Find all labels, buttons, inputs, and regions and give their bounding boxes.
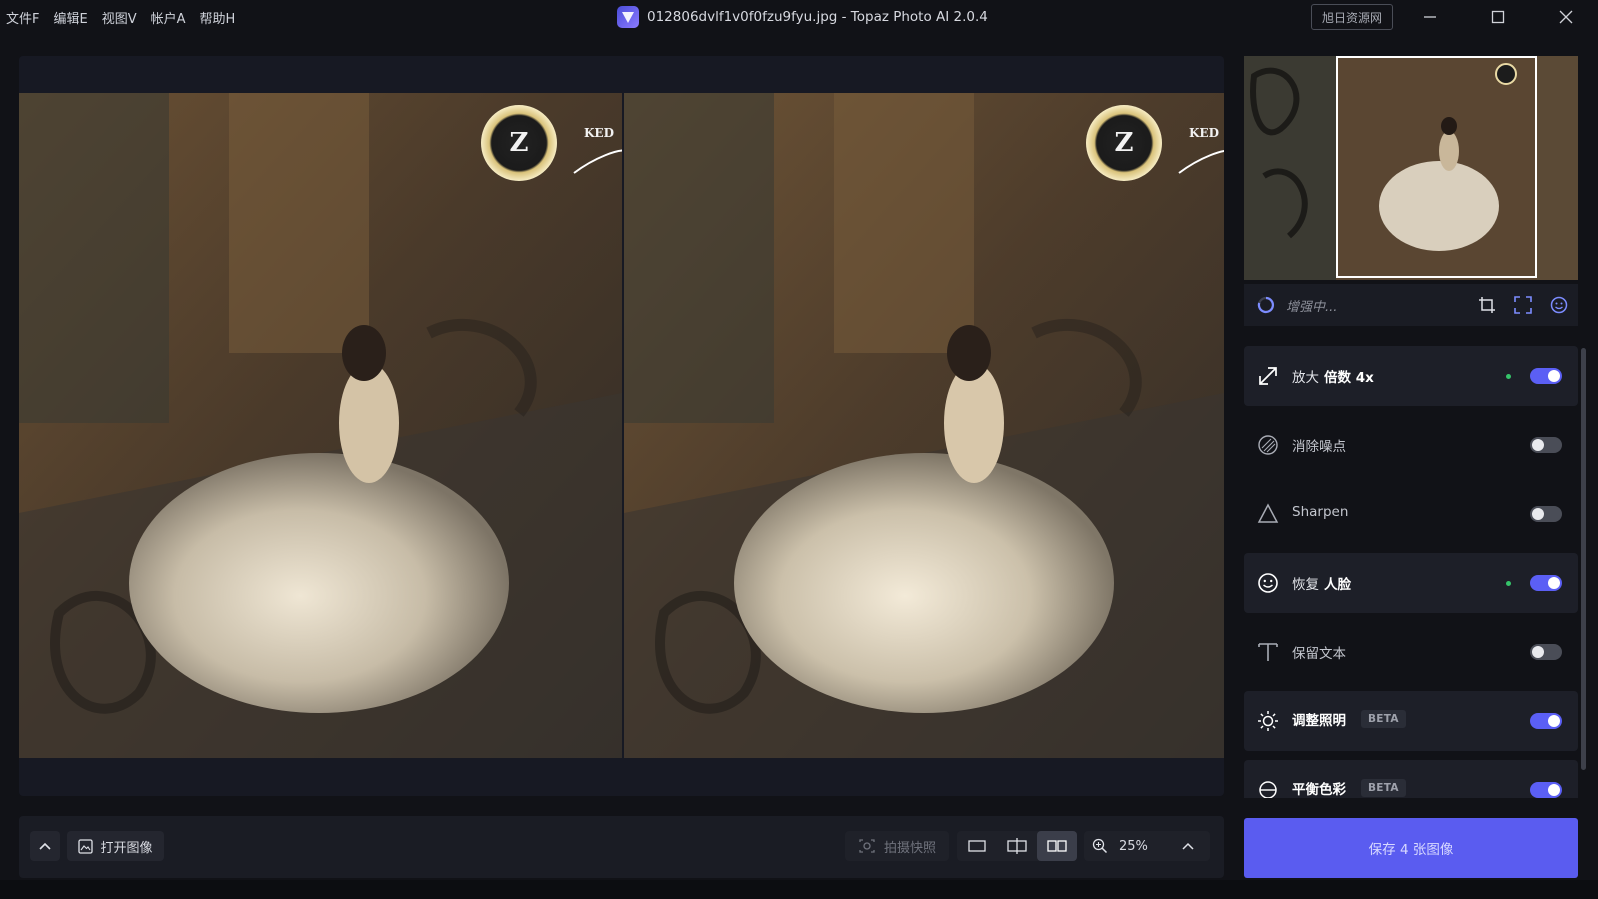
- view-mode-group: [957, 831, 1077, 861]
- lighting-toggle[interactable]: [1530, 713, 1562, 729]
- denoise-icon: [1256, 433, 1280, 457]
- minimize-icon[interactable]: [1410, 4, 1450, 30]
- menu-file[interactable]: 文件F: [6, 8, 39, 27]
- window-title-text: 012806dvlf1v0f0fzu9fyu.jpg - Topaz Photo…: [647, 9, 988, 25]
- sharpen-toggle[interactable]: [1530, 506, 1562, 522]
- feature-preserve-text[interactable]: 保留文本: [1244, 622, 1578, 682]
- enhanced-image[interactable]: Z KED: [624, 93, 1224, 758]
- active-indicator: [1506, 581, 1511, 586]
- camera-icon: [859, 839, 875, 853]
- feature-denoise[interactable]: 消除噪点: [1244, 415, 1578, 475]
- single-view-icon: [968, 840, 986, 852]
- status-actions: [1474, 292, 1572, 318]
- crop-icon[interactable]: [1474, 292, 1500, 318]
- status-bar: 增强中...: [1244, 284, 1578, 326]
- menu-view[interactable]: 视图V: [102, 8, 137, 27]
- side-by-side-icon: [1047, 840, 1067, 852]
- save-images-button[interactable]: 保存 4 张图像: [1244, 818, 1578, 878]
- zoom-control[interactable]: 25%: [1084, 831, 1210, 861]
- zoom-level: 25%: [1119, 838, 1148, 854]
- original-image[interactable]: Z KED: [19, 93, 622, 758]
- bottom-toolbar: 打开图像 拍摄快照 25%: [19, 816, 1224, 878]
- feature-face-label: 恢复 人脸: [1292, 577, 1351, 593]
- color-balance-icon: [1256, 778, 1280, 798]
- svg-text:KED: KED: [1189, 126, 1219, 140]
- beta-badge: BETA: [1361, 779, 1406, 797]
- feature-lighting-label: 调整照明 BETA: [1292, 709, 1406, 729]
- feature-list-scrollbar[interactable]: [1581, 348, 1586, 770]
- snapshot-button[interactable]: 拍摄快照: [845, 831, 949, 861]
- text-toggle[interactable]: [1530, 644, 1562, 660]
- face-icon: [1256, 571, 1280, 595]
- title-bar: 文件F 编辑E 视图V 帐户A 帮助H 012806dvlf1v0f0fzu9f…: [0, 0, 1598, 34]
- color-toggle[interactable]: [1530, 782, 1562, 798]
- feature-upscale-label: 放大 倍数 4x: [1292, 370, 1374, 386]
- split-view-button[interactable]: [997, 831, 1037, 861]
- snapshot-label: 拍摄快照: [883, 840, 936, 856]
- feature-balance-color[interactable]: 平衡色彩 BETA: [1244, 760, 1578, 798]
- maximize-icon[interactable]: [1478, 4, 1518, 30]
- collapse-button[interactable]: [30, 831, 60, 861]
- close-icon[interactable]: [1546, 4, 1586, 30]
- denoise-toggle[interactable]: [1530, 437, 1562, 453]
- zoom-in-icon: [1092, 838, 1108, 854]
- navigator-viewport-frame[interactable]: [1336, 56, 1537, 278]
- chevron-up-icon: [39, 842, 51, 850]
- upscale-toggle[interactable]: [1530, 368, 1562, 384]
- sharpen-icon: [1256, 502, 1280, 526]
- feature-list: 放大 倍数 4x 消除噪点 Sharpen 恢复 人脸 保留文本 调整照明 BE…: [1244, 346, 1578, 798]
- fullscreen-icon[interactable]: [1510, 292, 1536, 318]
- status-text: 增强中...: [1286, 299, 1338, 315]
- zoom-chevron-up-icon[interactable]: [1182, 842, 1194, 850]
- text-icon: [1256, 640, 1280, 664]
- feature-sharpen[interactable]: Sharpen: [1244, 484, 1578, 544]
- open-image-button[interactable]: 打开图像: [67, 831, 164, 861]
- feature-sharpen-label: Sharpen: [1292, 504, 1349, 520]
- upscale-icon: [1256, 364, 1280, 388]
- window-bottom-edge: [0, 880, 1598, 899]
- active-indicator: [1506, 374, 1511, 379]
- image-canvas[interactable]: Z KED Z KED: [19, 56, 1224, 796]
- face-toggle[interactable]: [1530, 575, 1562, 591]
- sun-icon: [1256, 709, 1280, 733]
- menu-edit[interactable]: 编辑E: [53, 8, 87, 27]
- navigator-preview[interactable]: [1244, 56, 1578, 280]
- photo-enhanced: Z KED: [624, 93, 1224, 758]
- svg-text:Z: Z: [510, 128, 529, 158]
- image-icon: [78, 838, 94, 854]
- feature-face-recovery[interactable]: 恢复 人脸: [1244, 553, 1578, 613]
- spinner-icon: [1257, 296, 1275, 314]
- feature-upscale[interactable]: 放大 倍数 4x: [1244, 346, 1578, 406]
- single-view-button[interactable]: [957, 831, 997, 861]
- svg-text:KED: KED: [584, 126, 614, 140]
- face-detect-icon[interactable]: [1546, 292, 1572, 318]
- app-logo-icon: [617, 6, 639, 28]
- split-view-icon: [1007, 838, 1027, 854]
- menu-account[interactable]: 帐户A: [151, 8, 186, 27]
- menu-bar: 文件F 编辑E 视图V 帐户A 帮助H: [6, 8, 235, 27]
- svg-text:Z: Z: [1115, 128, 1134, 158]
- feature-color-label: 平衡色彩 BETA: [1292, 778, 1406, 798]
- feature-denoise-label: 消除噪点: [1292, 439, 1346, 455]
- feature-text-label: 保留文本: [1292, 646, 1346, 662]
- window-title: 012806dvlf1v0f0fzu9fyu.jpg - Topaz Photo…: [617, 6, 988, 28]
- open-image-label: 打开图像: [100, 840, 153, 856]
- feature-adjust-lighting[interactable]: 调整照明 BETA: [1244, 691, 1578, 751]
- menu-help[interactable]: 帮助H: [200, 8, 236, 27]
- side-by-side-button[interactable]: [1037, 831, 1077, 861]
- photo-original: Z KED: [19, 93, 622, 758]
- watermark-badge: 旭日资源网: [1311, 4, 1393, 30]
- beta-badge: BETA: [1361, 710, 1406, 728]
